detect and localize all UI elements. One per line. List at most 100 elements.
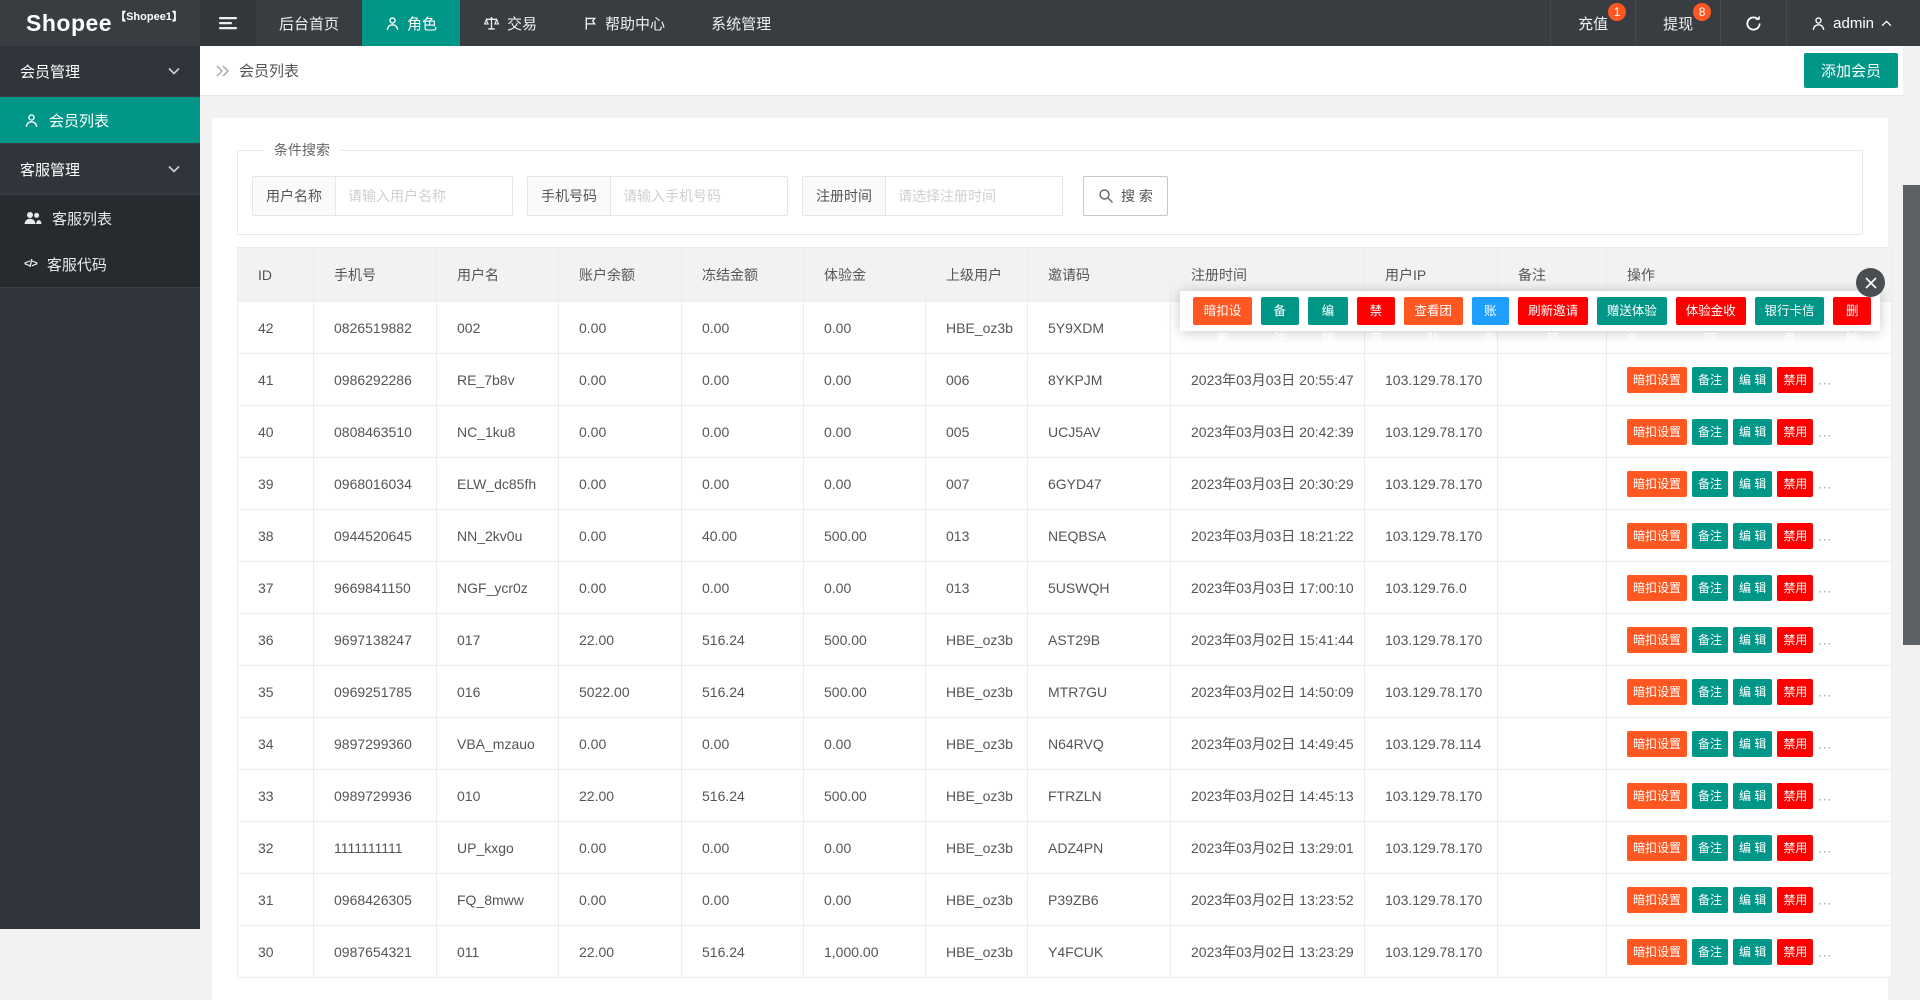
sidebar-toggle-button[interactable] [200, 0, 256, 46]
sidebar-item-客服列表[interactable]: 客服列表 [0, 195, 200, 241]
action-button-编 辑[interactable]: 编 辑 [1733, 626, 1773, 653]
vertical-scrollbar[interactable] [1903, 46, 1920, 929]
action-button-编 辑[interactable]: 编 辑 [1733, 730, 1773, 757]
action-button-禁用[interactable]: 禁用 [1777, 886, 1814, 913]
action-button-暗扣设置[interactable]: 暗扣设置 [1627, 782, 1688, 809]
action-button-编 辑[interactable]: 编 辑 [1733, 782, 1773, 809]
nav-tab[interactable]: 系统管理 [688, 0, 794, 46]
sidebar-group-header[interactable]: 会员管理 [0, 46, 200, 96]
more-actions[interactable]: ... [1818, 788, 1832, 803]
sidebar-group-header[interactable]: 客服管理 [0, 144, 200, 194]
more-actions[interactable]: ... [1818, 476, 1832, 491]
action-button-禁用[interactable]: 禁用 [1777, 730, 1814, 757]
action-button-备注[interactable]: 备注 [1692, 626, 1729, 653]
add-member-button[interactable]: 添加会员 [1803, 53, 1898, 88]
action-button-备注[interactable]: 备注 [1692, 730, 1729, 757]
more-actions[interactable]: ... [1818, 528, 1832, 543]
more-actions[interactable]: ... [1818, 892, 1832, 907]
quick-action[interactable]: 充值 1 [1550, 0, 1635, 46]
notification-badge: 8 [1693, 3, 1712, 21]
action-button-暗扣设置[interactable]: 暗扣设置 [1627, 886, 1688, 913]
action-button-禁用[interactable]: 禁用 [1777, 574, 1814, 601]
search-button[interactable]: 搜 索 [1083, 176, 1168, 216]
popup-action-button-备注[interactable]: 备注 [1261, 297, 1299, 346]
search-input[interactable] [611, 177, 787, 215]
more-actions[interactable]: ... [1818, 840, 1832, 855]
quick-action[interactable]: 提现 8 [1635, 0, 1720, 46]
action-button-暗扣设置[interactable]: 暗扣设置 [1627, 834, 1688, 861]
action-button-备注[interactable]: 备注 [1692, 574, 1729, 601]
action-button-编 辑[interactable]: 编 辑 [1733, 678, 1773, 705]
popup-action-button-删除[interactable]: 删除 [1833, 297, 1871, 346]
popup-action-button-银行卡信息[interactable]: 银行卡信息 [1754, 297, 1825, 346]
action-button-禁用[interactable]: 禁用 [1777, 626, 1814, 653]
sidebar-item-客服代码[interactable]: </> 客服代码 [0, 241, 200, 287]
action-button-禁用[interactable]: 禁用 [1777, 418, 1814, 445]
user-menu[interactable]: admin [1786, 0, 1920, 46]
more-actions[interactable]: ... [1818, 580, 1832, 595]
scrollbar-thumb[interactable] [1903, 185, 1920, 645]
action-button-禁用[interactable]: 禁用 [1777, 834, 1814, 861]
action-button-暗扣设置[interactable]: 暗扣设置 [1627, 626, 1688, 653]
action-button-备注[interactable]: 备注 [1692, 938, 1729, 965]
cell-trial: 0.00 [803, 821, 926, 874]
action-button-禁用[interactable]: 禁用 [1777, 366, 1814, 393]
action-button-编 辑[interactable]: 编 辑 [1733, 366, 1773, 393]
action-button-暗扣设置[interactable]: 暗扣设置 [1627, 522, 1688, 549]
action-button-备注[interactable]: 备注 [1692, 886, 1729, 913]
action-button-禁用[interactable]: 禁用 [1777, 470, 1814, 497]
action-button-编 辑[interactable]: 编 辑 [1733, 418, 1773, 445]
popup-close-button[interactable] [1856, 268, 1885, 297]
sidebar-item-会员列表[interactable]: 会员列表 [0, 97, 200, 143]
action-button-禁用[interactable]: 禁用 [1777, 678, 1814, 705]
action-button-编 辑[interactable]: 编 辑 [1733, 470, 1773, 497]
popup-action-button-刷新邀请码[interactable]: 刷新邀请码 [1518, 297, 1589, 346]
more-actions[interactable]: ... [1818, 944, 1832, 959]
cell-ip: 103.129.78.114 [1364, 717, 1498, 770]
action-button-暗扣设置[interactable]: 暗扣设置 [1627, 938, 1688, 965]
action-button-备注[interactable]: 备注 [1692, 834, 1729, 861]
popup-action-button-赠送体验金[interactable]: 赠送体验金 [1597, 297, 1667, 346]
action-button-备注[interactable]: 备注 [1692, 678, 1729, 705]
action-button-禁用[interactable]: 禁用 [1777, 782, 1814, 809]
nav-tab[interactable]: 帮助中心 [560, 0, 688, 46]
nav-tab[interactable]: 角色 [362, 0, 461, 46]
cell-parent: HBE_oz3b [925, 301, 1028, 354]
action-button-编 辑[interactable]: 编 辑 [1733, 834, 1773, 861]
action-button-编 辑[interactable]: 编 辑 [1733, 522, 1773, 549]
action-button-暗扣设置[interactable]: 暗扣设置 [1627, 730, 1688, 757]
nav-tab[interactable]: 交易 [460, 0, 560, 46]
action-button-备注[interactable]: 备注 [1692, 470, 1729, 497]
action-button-暗扣设置[interactable]: 暗扣设置 [1627, 418, 1688, 445]
action-button-编 辑[interactable]: 编 辑 [1733, 574, 1773, 601]
more-actions[interactable]: ... [1818, 424, 1832, 439]
more-actions[interactable]: ... [1818, 684, 1832, 699]
popup-action-button-账变[interactable]: 账变 [1471, 297, 1510, 346]
action-button-暗扣设置[interactable]: 暗扣设置 [1627, 470, 1688, 497]
action-button-备注[interactable]: 备注 [1692, 522, 1729, 549]
action-button-编 辑[interactable]: 编 辑 [1733, 938, 1773, 965]
more-actions[interactable]: ... [1818, 632, 1832, 647]
action-button-备注[interactable]: 备注 [1692, 366, 1729, 393]
popup-action-button-体验金收回[interactable]: 体验金收回 [1675, 297, 1746, 346]
action-button-编 辑[interactable]: 编 辑 [1733, 886, 1773, 913]
action-button-备注[interactable]: 备注 [1692, 418, 1729, 445]
action-button-暗扣设置[interactable]: 暗扣设置 [1627, 366, 1688, 393]
popup-action-button-查看团队[interactable]: 查看团队 [1403, 297, 1463, 346]
action-button-暗扣设置[interactable]: 暗扣设置 [1627, 574, 1688, 601]
nav-tab[interactable]: 后台首页 [256, 0, 362, 46]
cell-note [1497, 665, 1607, 718]
action-button-暗扣设置[interactable]: 暗扣设置 [1627, 678, 1688, 705]
popup-action-button-编 辑[interactable]: 编 辑 [1307, 297, 1349, 346]
action-button-禁用[interactable]: 禁用 [1777, 938, 1814, 965]
more-actions[interactable]: ... [1818, 736, 1832, 751]
table-row: 37 9669841150 NGF_ycr0z 0.00 0.00 0.00 013 5USW… [237, 561, 1892, 614]
action-button-备注[interactable]: 备注 [1692, 782, 1729, 809]
popup-action-button-禁用[interactable]: 禁用 [1357, 297, 1395, 346]
action-button-禁用[interactable]: 禁用 [1777, 522, 1814, 549]
search-input[interactable] [336, 177, 512, 215]
more-actions[interactable]: ... [1818, 372, 1832, 387]
search-input[interactable] [886, 177, 1062, 215]
popup-action-button-暗扣设置[interactable]: 暗扣设置 [1193, 297, 1253, 346]
refresh-button[interactable] [1720, 0, 1786, 46]
